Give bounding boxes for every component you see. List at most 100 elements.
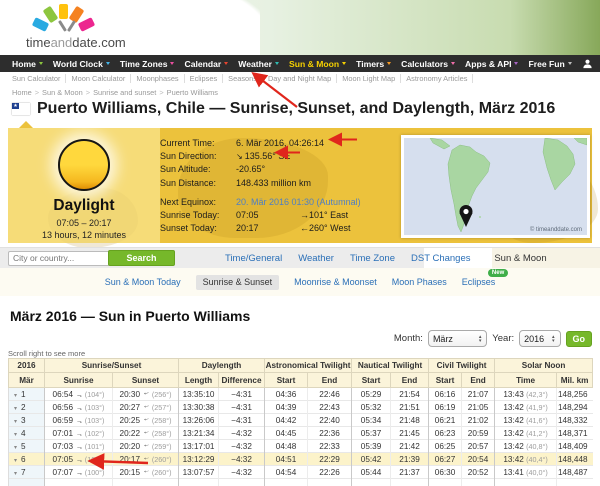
- subnav-link-moon-calculator[interactable]: Moon Calculator: [66, 74, 131, 83]
- group-header-astronomical-twilight: Astronomical Twilight: [265, 359, 352, 373]
- azimuth-degrees: (258°): [152, 429, 172, 438]
- stat-value: -20.65°: [236, 163, 265, 176]
- row-expander-icon[interactable]: ▾: [14, 445, 17, 451]
- cell-day: ▾1: [9, 388, 45, 401]
- cell-million-km: 148,294: [557, 401, 593, 414]
- nav-item-weather[interactable]: Weather: [238, 59, 279, 69]
- sun-direction-arrow-icon: ↘: [236, 152, 243, 161]
- new-badge: New: [488, 269, 508, 277]
- cell-solar-noon: 13:42 (40,8°): [495, 440, 557, 453]
- nav-item-label: Timers: [356, 59, 384, 69]
- cell-sunrise: 07:03 →(101°): [45, 440, 113, 453]
- subnav-link-day-and-night-map[interactable]: Day and Night Map: [263, 74, 337, 83]
- col-header-start: Start: [429, 373, 462, 388]
- sun-direction-arrow-icon: →: [75, 428, 84, 438]
- nav-item-world-clock[interactable]: World Clock: [53, 59, 110, 69]
- daylight-range: 07:05 – 20:17: [8, 218, 160, 228]
- go-button[interactable]: Go: [566, 331, 593, 347]
- page-title: Puerto Williams, Chile — Sunrise, Sunset…: [12, 100, 555, 118]
- cell-sunset: 20:20 →(259°): [113, 440, 179, 453]
- cell-civil-end: 21:02: [462, 414, 495, 427]
- month-select[interactable]: März ▲▼: [428, 330, 487, 347]
- site-logo[interactable]: timeanddate.com: [26, 4, 166, 54]
- nav-item-free-fun[interactable]: Free Fun: [528, 59, 571, 69]
- subnav-link-moon-light-map[interactable]: Moon Light Map: [337, 74, 401, 83]
- location-map[interactable]: © timeanddate.com: [401, 135, 590, 238]
- row-expander-icon[interactable]: ▾: [14, 393, 17, 399]
- tab-time-general[interactable]: Time/General: [225, 253, 282, 264]
- stat-label: Current Time:: [160, 137, 236, 150]
- table-row-day-7: ▾707:07 →(100°)20:15 →(260°)13:07:57−4:3…: [9, 466, 593, 479]
- nav-item-calculators[interactable]: Calculators: [401, 59, 455, 69]
- logo-text: timeanddate.com: [26, 35, 166, 50]
- table-row-day-1: ▾106:54 →(104°)20:30 →(256°)13:35:10−4:3…: [9, 388, 593, 401]
- cell-sunrise: 06:54 →(104°): [45, 388, 113, 401]
- cell-empty: [462, 479, 495, 486]
- subnav-link-seasons[interactable]: Seasons: [223, 74, 263, 83]
- row-expander-icon[interactable]: ▾: [14, 471, 17, 477]
- tab-time-zone[interactable]: Time Zone: [350, 253, 395, 264]
- col-header-end: End: [308, 373, 352, 388]
- sun-direction-arrow-icon: →: [142, 428, 151, 438]
- table-col-header-row: MärSunriseSunsetLengthDifferenceStartEnd…: [9, 373, 593, 388]
- subnav-link-sun-calculator[interactable]: Sun Calculator: [12, 74, 66, 83]
- sun-direction-arrow-icon: →: [75, 402, 84, 412]
- equinox-link[interactable]: 20. Mär 2016 01:30 (Autumnal): [236, 196, 361, 209]
- sun-direction-arrow-icon: →: [143, 454, 152, 464]
- breadcrumb-separator: >: [156, 88, 166, 97]
- cell-empty: [219, 479, 265, 486]
- subnav-link-moonphases[interactable]: Moonphases: [131, 74, 184, 83]
- sun-stats: Current Time:6. Mär 2016, 04:26:14Sun Di…: [160, 137, 400, 190]
- cell-sunset: 20:30 →(256°): [113, 388, 179, 401]
- nav-item-calendar[interactable]: Calendar: [184, 59, 228, 69]
- azimuth-degrees: (104°): [85, 390, 105, 399]
- subnav-link-astronomy-articles[interactable]: Astronomy Articles: [401, 74, 473, 83]
- tab-dst-changes[interactable]: DST Changes: [411, 253, 471, 264]
- account-icon[interactable]: [582, 58, 593, 69]
- cell-solar-noon: 13:42 (41,6°): [495, 414, 557, 427]
- tab-weather[interactable]: Weather: [298, 253, 334, 264]
- breadcrumb-link-home[interactable]: Home: [12, 88, 32, 97]
- breadcrumb-link-sunrise-and-sunset[interactable]: Sunrise and sunset: [93, 88, 156, 97]
- nav-item-sun-moon[interactable]: Sun & Moon: [289, 59, 346, 69]
- cell-empty: [557, 479, 593, 486]
- nav-item-apps-api[interactable]: Apps & API: [465, 59, 518, 69]
- nav-item-home[interactable]: Home: [12, 59, 43, 69]
- cell-sunset: 20:15 →(260°): [113, 466, 179, 479]
- stat-row-sun-distance: Sun Distance:148.433 million km: [160, 177, 400, 190]
- cell-civil-end: 21:07: [462, 388, 495, 401]
- subnav-link-eclipses[interactable]: Eclipses: [185, 74, 224, 83]
- row-expander-icon[interactable]: ▾: [14, 419, 17, 425]
- subtab-eclipses[interactable]: EclipsesNew: [462, 277, 496, 287]
- subtab-sun-moon-today[interactable]: Sun & Moon Today: [105, 277, 181, 287]
- search-button[interactable]: Search: [108, 250, 175, 266]
- row-expander-icon[interactable]: ▾: [14, 406, 17, 412]
- col-header-end: End: [391, 373, 429, 388]
- breadcrumb-link-puerto-williams[interactable]: Puerto Williams: [167, 88, 218, 97]
- nav-item-timers[interactable]: Timers: [356, 59, 391, 69]
- breadcrumb-link-sun-moon[interactable]: Sun & Moon: [42, 88, 83, 97]
- cell-astro-end: 22:33: [308, 440, 352, 453]
- col-header-difference: Difference: [219, 373, 265, 388]
- search-input[interactable]: [8, 251, 110, 266]
- subtab-moonrise-moonset[interactable]: Moonrise & Moonset: [294, 277, 377, 287]
- chevron-down-icon: [568, 62, 572, 65]
- year-select[interactable]: 2016 ▲▼: [519, 330, 560, 347]
- cell-empty: [179, 479, 219, 486]
- cell-million-km: 148,487: [557, 466, 593, 479]
- logo-fan-icon: [34, 4, 94, 32]
- row-expander-icon[interactable]: ▾: [14, 458, 17, 464]
- cell-length: 13:21:34: [179, 427, 219, 440]
- subtab-sunrise-sunset[interactable]: Sunrise & Sunset: [196, 275, 280, 290]
- nav-item-time-zones[interactable]: Time Zones: [120, 59, 175, 69]
- nav-item-label: Time Zones: [120, 59, 168, 69]
- azimuth-degrees: (259°): [152, 442, 172, 451]
- cell-length: 13:07:57: [179, 466, 219, 479]
- row-expander-icon[interactable]: ▾: [14, 432, 17, 438]
- cell-sunrise: 06:56 →(103°): [45, 401, 113, 414]
- table-row-day-4: ▾407:01 →(102°)20:22 →(258°)13:21:34−4:3…: [9, 427, 593, 440]
- cell-empty: [429, 479, 462, 486]
- subtab-moon-phases[interactable]: Moon Phases: [392, 277, 447, 287]
- tab-sun-moon[interactable]: Sun & Moon: [487, 253, 555, 264]
- cell-empty: [495, 479, 557, 486]
